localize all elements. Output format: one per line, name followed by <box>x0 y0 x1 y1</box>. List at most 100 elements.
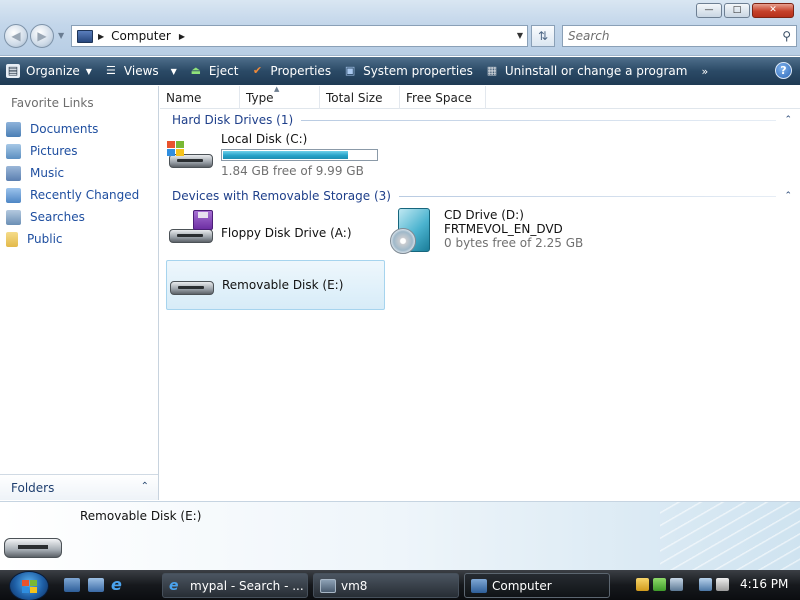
switch-windows-icon[interactable] <box>88 578 104 592</box>
collapse-icon[interactable]: ⌃ <box>784 115 792 125</box>
views-button[interactable]: ☰ Views ▼ <box>98 57 183 85</box>
disk-usage-fill <box>223 151 349 159</box>
taskbar-item-label: Computer <box>492 578 552 593</box>
group-header-label: Devices with Removable Storage (3) <box>172 189 391 203</box>
system-properties-label: System properties <box>363 64 473 78</box>
search-icon[interactable]: ⚲ <box>782 29 791 43</box>
search-input[interactable] <box>568 29 768 43</box>
recent-pages-dropdown[interactable]: ▼ <box>58 31 64 40</box>
eject-button[interactable]: ⏏ Eject <box>183 57 245 85</box>
documents-icon <box>6 121 21 137</box>
eject-icon: ⏏ <box>190 64 202 77</box>
drive-volume-label: FRTMEVOL_EN_DVD <box>444 222 563 236</box>
vm-icon <box>320 578 336 593</box>
favorite-link-music[interactable]: Music <box>6 162 139 184</box>
chevron-up-icon: ⌃ <box>140 481 149 492</box>
ie-icon: e <box>169 577 179 594</box>
drive-local-disk-c[interactable]: Local Disk (C:) 1.84 GB free of 9.99 GB <box>167 132 387 180</box>
column-header-type[interactable]: ▲ Type <box>240 85 320 109</box>
uninstall-icon: ▦ <box>486 64 498 77</box>
drive-free-space: 0 bytes free of 2.25 GB <box>444 236 584 250</box>
internet-explorer-icon[interactable]: e <box>111 577 127 593</box>
pictures-icon <box>6 143 21 159</box>
close-button[interactable]: ✕ <box>752 3 794 18</box>
favorite-link-recently-changed[interactable]: Recently Changed <box>6 184 139 206</box>
music-icon <box>6 165 21 181</box>
more-commands-button[interactable]: » <box>693 57 716 85</box>
floppy-drive-icon <box>167 210 215 247</box>
organize-button[interactable]: ▤ Organize ▼ <box>0 57 98 85</box>
network-icon[interactable] <box>670 578 683 591</box>
system-properties-button[interactable]: ▣ System properties <box>337 57 479 85</box>
decorative-swirl <box>660 502 800 571</box>
computer-icon <box>77 29 93 43</box>
drive-floppy-a[interactable]: Floppy Disk Drive (A:) <box>167 210 385 255</box>
help-button[interactable]: ? <box>775 62 792 79</box>
folder-icon <box>6 231 18 247</box>
column-headers: Name ▲ Type Total Size Free Space <box>160 85 800 109</box>
properties-button[interactable]: ✔ Properties <box>244 57 337 85</box>
monitor-icon[interactable] <box>699 578 712 591</box>
folders-label: Folders <box>11 480 55 495</box>
refresh-button[interactable]: ⇅ <box>531 25 555 47</box>
taskbar-item-mypal[interactable]: e mypal - Search - ... <box>162 573 308 598</box>
folders-toggle[interactable]: Folders ⌃ <box>0 474 158 500</box>
clock[interactable]: 4:16 PM <box>740 577 788 591</box>
refresh-icon: ⇅ <box>537 29 549 43</box>
column-header-name[interactable]: Name <box>160 86 240 109</box>
uninstall-button[interactable]: ▦ Uninstall or change a program <box>479 57 694 85</box>
cd-disc-icon <box>390 228 416 254</box>
disk-usage-bar <box>221 149 378 161</box>
navigation-pane: Favorite Links Documents Pictures Music … <box>0 86 159 500</box>
taskbar-item-label: vm8 <box>341 578 368 593</box>
drive-removable-e[interactable]: Removable Disk (E:) <box>166 260 385 310</box>
breadcrumb-chevron-icon[interactable]: ▶ <box>179 32 185 41</box>
maximize-button[interactable]: □ <box>724 3 750 18</box>
properties-check-icon: ✔ <box>252 64 263 77</box>
show-desktop-icon[interactable] <box>64 578 80 592</box>
volume-muted-icon[interactable] <box>716 578 729 591</box>
breadcrumb-computer[interactable]: Computer <box>111 29 171 43</box>
sort-arrow-icon: ▲ <box>274 85 280 93</box>
taskbar-item-vm8[interactable]: vm8 <box>313 573 459 598</box>
column-header-type-label: Type <box>246 90 274 105</box>
favorite-link-label: Pictures <box>30 144 78 158</box>
favorite-link-pictures[interactable]: Pictures <box>6 140 139 162</box>
taskbar: e e mypal - Search - ... vm8 Computer 4:… <box>0 570 800 600</box>
computer-icon <box>471 578 487 593</box>
group-header-removable-storage[interactable]: Devices with Removable Storage (3) ⌃ <box>172 187 794 205</box>
file-list-view: Name ▲ Type Total Size Free Space Hard D… <box>160 85 800 500</box>
drive-name: Floppy Disk Drive (A:) <box>221 226 352 240</box>
column-header-total-size[interactable]: Total Size <box>320 86 400 109</box>
windows-logo-icon <box>167 141 185 157</box>
breadcrumb-separator-icon[interactable]: ▶ <box>98 32 104 41</box>
help-icon: ? <box>780 64 787 77</box>
favorite-link-searches[interactable]: Searches <box>6 206 139 228</box>
forward-button[interactable]: ▶ <box>30 24 54 48</box>
recent-icon <box>6 187 21 203</box>
forward-arrow-icon: ▶ <box>37 29 47 43</box>
taskbar-item-computer[interactable]: Computer <box>464 573 610 598</box>
system-properties-icon: ▣ <box>344 64 356 77</box>
title-bar: — □ ✕ ◀ ▶ ▼ ▶ Computer ▶ ▼ ⇅ ⚲ <box>0 0 800 56</box>
group-header-hard-disk-drives[interactable]: Hard Disk Drives (1) ⌃ <box>172 111 794 129</box>
hard-drive-icon <box>167 141 215 172</box>
minimize-button[interactable]: — <box>696 3 722 18</box>
security-shield-icon[interactable] <box>636 578 649 591</box>
column-header-free-space[interactable]: Free Space <box>400 86 486 109</box>
organize-label: Organize <box>26 64 80 78</box>
address-dropdown-icon[interactable]: ▼ <box>517 31 523 40</box>
search-box[interactable]: ⚲ <box>562 25 797 47</box>
start-button[interactable] <box>9 571 49 600</box>
favorite-link-public[interactable]: Public <box>6 228 139 250</box>
checkmark-icon[interactable] <box>653 578 666 591</box>
favorite-link-documents[interactable]: Documents <box>6 118 139 140</box>
collapse-icon[interactable]: ⌃ <box>784 191 792 201</box>
address-bar[interactable]: ▶ Computer ▶ ▼ <box>71 25 528 47</box>
uninstall-label: Uninstall or change a program <box>504 64 688 78</box>
views-icon: ☰ <box>105 64 116 77</box>
cd-drive-icon <box>390 208 434 256</box>
favorite-link-label: Documents <box>30 122 99 136</box>
back-button[interactable]: ◀ <box>4 24 28 48</box>
drive-cd-d[interactable]: CD Drive (D:) FRTMEVOL_EN_DVD 0 bytes fr… <box>390 208 590 258</box>
